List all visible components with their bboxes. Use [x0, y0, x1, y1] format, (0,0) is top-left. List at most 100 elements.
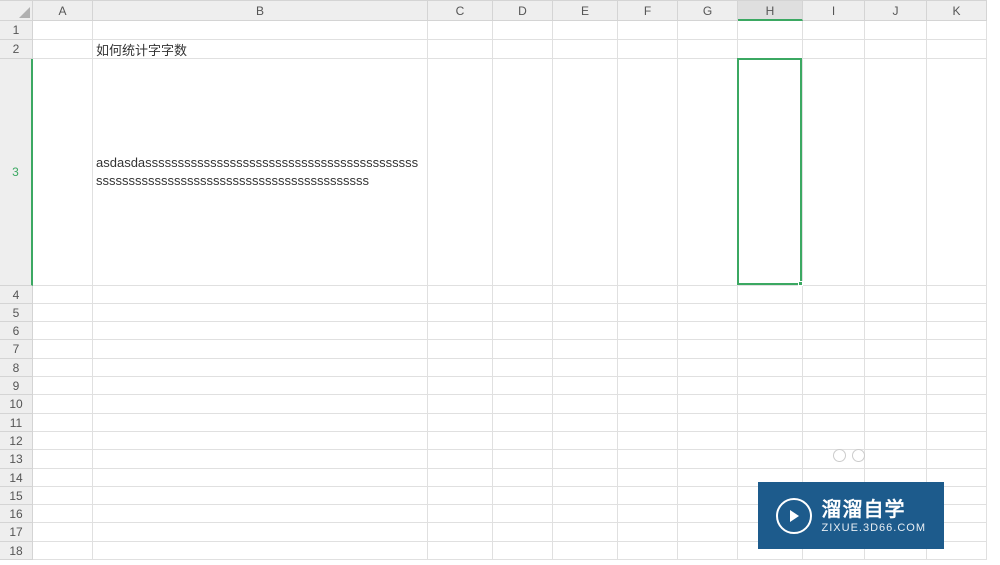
cell-D9[interactable]: [493, 377, 553, 395]
cell-B11[interactable]: [93, 414, 428, 432]
cell-E11[interactable]: [553, 414, 618, 432]
cell-E5[interactable]: [553, 304, 618, 322]
cell-B16[interactable]: [93, 505, 428, 523]
cell-A8[interactable]: [33, 359, 93, 377]
cell-I1[interactable]: [803, 21, 865, 40]
row-header-13[interactable]: 13: [0, 450, 33, 469]
cell-A13[interactable]: [33, 450, 93, 469]
cell-B8[interactable]: [93, 359, 428, 377]
column-header-I[interactable]: I: [803, 0, 865, 21]
cell-F13[interactable]: [618, 450, 678, 469]
cell-E3[interactable]: [553, 59, 618, 286]
cell-G8[interactable]: [678, 359, 738, 377]
cell-D16[interactable]: [493, 505, 553, 523]
cell-A14[interactable]: [33, 469, 93, 487]
column-header-B[interactable]: B: [93, 0, 428, 21]
cell-K7[interactable]: [927, 340, 987, 359]
cell-D18[interactable]: [493, 542, 553, 560]
cell-E2[interactable]: [553, 40, 618, 59]
row-header-9[interactable]: 9: [0, 377, 33, 395]
column-header-E[interactable]: E: [553, 0, 618, 21]
column-header-C[interactable]: C: [428, 0, 493, 21]
cell-B4[interactable]: [93, 286, 428, 304]
cell-I3[interactable]: [803, 59, 865, 286]
cell-K13[interactable]: [927, 450, 987, 469]
column-header-A[interactable]: A: [33, 0, 93, 21]
row-header-15[interactable]: 15: [0, 487, 33, 505]
cell-F8[interactable]: [618, 359, 678, 377]
cell-E15[interactable]: [553, 487, 618, 505]
cell-C10[interactable]: [428, 395, 493, 414]
cell-G13[interactable]: [678, 450, 738, 469]
cell-D4[interactable]: [493, 286, 553, 304]
cell-C16[interactable]: [428, 505, 493, 523]
cell-F6[interactable]: [618, 322, 678, 340]
cell-G12[interactable]: [678, 432, 738, 450]
cell-H1[interactable]: [738, 21, 803, 40]
column-header-F[interactable]: F: [618, 0, 678, 21]
cell-G3[interactable]: [678, 59, 738, 286]
cell-E9[interactable]: [553, 377, 618, 395]
cell-D10[interactable]: [493, 395, 553, 414]
cell-B13[interactable]: [93, 450, 428, 469]
cell-D17[interactable]: [493, 523, 553, 542]
cell-H11[interactable]: [738, 414, 803, 432]
cell-A15[interactable]: [33, 487, 93, 505]
cell-A4[interactable]: [33, 286, 93, 304]
cell-J5[interactable]: [865, 304, 927, 322]
cell-G11[interactable]: [678, 414, 738, 432]
cell-K3[interactable]: [927, 59, 987, 286]
cell-E14[interactable]: [553, 469, 618, 487]
cell-D13[interactable]: [493, 450, 553, 469]
row-header-7[interactable]: 7: [0, 340, 33, 359]
cell-D8[interactable]: [493, 359, 553, 377]
cell-G1[interactable]: [678, 21, 738, 40]
cell-K9[interactable]: [927, 377, 987, 395]
cell-F14[interactable]: [618, 469, 678, 487]
cell-E7[interactable]: [553, 340, 618, 359]
cell-B18[interactable]: [93, 542, 428, 560]
cell-G14[interactable]: [678, 469, 738, 487]
cell-I2[interactable]: [803, 40, 865, 59]
cell-C6[interactable]: [428, 322, 493, 340]
cell-B7[interactable]: [93, 340, 428, 359]
cell-E8[interactable]: [553, 359, 618, 377]
cell-J11[interactable]: [865, 414, 927, 432]
cell-D7[interactable]: [493, 340, 553, 359]
cell-D1[interactable]: [493, 21, 553, 40]
cell-B5[interactable]: [93, 304, 428, 322]
cell-C14[interactable]: [428, 469, 493, 487]
cell-C12[interactable]: [428, 432, 493, 450]
cell-I9[interactable]: [803, 377, 865, 395]
cell-C7[interactable]: [428, 340, 493, 359]
row-header-14[interactable]: 14: [0, 469, 33, 487]
row-header-18[interactable]: 18: [0, 542, 33, 560]
cell-K1[interactable]: [927, 21, 987, 40]
cell-D12[interactable]: [493, 432, 553, 450]
cell-D6[interactable]: [493, 322, 553, 340]
column-header-D[interactable]: D: [493, 0, 553, 21]
row-header-16[interactable]: 16: [0, 505, 33, 523]
cell-G7[interactable]: [678, 340, 738, 359]
cell-A16[interactable]: [33, 505, 93, 523]
cell-F15[interactable]: [618, 487, 678, 505]
cell-E10[interactable]: [553, 395, 618, 414]
column-header-J[interactable]: J: [865, 0, 927, 21]
cell-C4[interactable]: [428, 286, 493, 304]
cell-J7[interactable]: [865, 340, 927, 359]
row-header-10[interactable]: 10: [0, 395, 33, 414]
row-header-2[interactable]: 2: [0, 40, 33, 59]
cell-K5[interactable]: [927, 304, 987, 322]
cell-G15[interactable]: [678, 487, 738, 505]
cell-G18[interactable]: [678, 542, 738, 560]
cell-H6[interactable]: [738, 322, 803, 340]
cell-J2[interactable]: [865, 40, 927, 59]
cell-F9[interactable]: [618, 377, 678, 395]
cell-K10[interactable]: [927, 395, 987, 414]
cell-K11[interactable]: [927, 414, 987, 432]
cell-G10[interactable]: [678, 395, 738, 414]
cell-C13[interactable]: [428, 450, 493, 469]
column-header-K[interactable]: K: [927, 0, 987, 21]
cell-B15[interactable]: [93, 487, 428, 505]
row-header-12[interactable]: 12: [0, 432, 33, 450]
